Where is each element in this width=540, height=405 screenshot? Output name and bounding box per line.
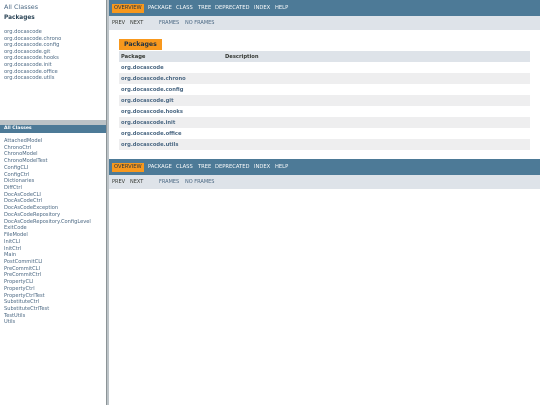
package-row-link[interactable]: org.docascode.office: [121, 131, 182, 137]
class-link[interactable]: TestUtils: [4, 313, 25, 319]
sub-nav-bar: PREV NEXT FRAMES NO FRAMES: [109, 16, 540, 30]
class-link[interactable]: PropertyCtrlTest: [4, 293, 45, 299]
package-link-utils[interactable]: org.docascode.utils: [4, 75, 54, 82]
package-link-init[interactable]: org.docascode.init: [4, 62, 52, 69]
nav-package[interactable]: PACKAGE: [148, 0, 172, 16]
table-row: org.docascode.git: [119, 95, 530, 106]
package-link-hooks[interactable]: org.docascode.hooks: [4, 55, 59, 62]
class-link[interactable]: InitCtrl: [4, 246, 21, 252]
package-row-link[interactable]: org.docascode.hooks: [121, 109, 183, 115]
nav-deprecated[interactable]: DEPRECATED: [215, 0, 250, 16]
class-link[interactable]: Main: [4, 252, 16, 258]
class-link[interactable]: DocAsCodeCtrl: [4, 198, 42, 204]
class-link[interactable]: ExitCode: [4, 225, 27, 231]
class-list: AttachedModel ChronoCtrl ChronoModel Chr…: [4, 138, 91, 326]
bottom-nav-tree[interactable]: TREE: [198, 159, 211, 175]
class-link[interactable]: PreCommitCtrl: [4, 272, 41, 278]
bottom-nav-help[interactable]: HELP: [275, 159, 288, 175]
bottom-no-frames-link[interactable]: NO FRAMES: [185, 175, 214, 189]
all-classes-link[interactable]: All Classes: [4, 4, 38, 11]
table-row: org.docascode.hooks: [119, 106, 530, 117]
bottom-prev-label: PREV: [112, 179, 126, 185]
class-link[interactable]: ConfigCLI: [4, 165, 28, 171]
class-link[interactable]: FileModel: [4, 232, 28, 238]
overview-frame: OVERVIEW PACKAGE CLASS TREE DEPRECATED I…: [109, 0, 540, 405]
package-link-config[interactable]: org.docascode.config: [4, 42, 59, 49]
table-row: org.docascode.office: [119, 128, 530, 139]
table-row: org.docascode.config: [119, 84, 530, 95]
class-link[interactable]: DocAsCodeException: [4, 205, 58, 211]
package-row-link[interactable]: org.docascode.config: [121, 87, 183, 93]
package-row-link[interactable]: org.docascode.chrono: [121, 76, 186, 82]
bottom-sub-nav-bar: PREV NEXT FRAMES NO FRAMES: [109, 175, 540, 189]
bottom-frames-link[interactable]: FRAMES: [159, 175, 179, 189]
class-link[interactable]: PropertyCtrl: [4, 286, 35, 292]
table-row: org.docascode.utils: [119, 139, 530, 150]
class-link[interactable]: Dictionaries: [4, 178, 34, 184]
class-link[interactable]: ChronoModelTest: [4, 158, 48, 164]
class-link[interactable]: PreCommitCLI: [4, 266, 40, 272]
class-link[interactable]: ConfigCtrl: [4, 172, 29, 178]
table-row: org.docascode.init: [119, 117, 530, 128]
class-link[interactable]: AttachedModel: [4, 138, 42, 144]
package-link-docascode[interactable]: org.docascode: [4, 29, 42, 36]
package-row-link[interactable]: org.docascode: [121, 65, 164, 71]
table-row: org.docascode: [119, 62, 530, 73]
class-link[interactable]: DiffCtrl: [4, 185, 22, 191]
packages-table-caption: Packages: [119, 39, 162, 50]
bottom-nav-index[interactable]: INDEX: [254, 159, 270, 175]
bottom-nav-overview-active: OVERVIEW: [112, 163, 144, 172]
column-header-package: Package: [119, 51, 223, 62]
class-link[interactable]: ChronoModel: [4, 151, 38, 157]
nav-help[interactable]: HELP: [275, 0, 288, 16]
bottom-nav-bar: OVERVIEW PACKAGE CLASS TREE DEPRECATED I…: [109, 159, 540, 175]
class-link[interactable]: Utils: [4, 319, 15, 325]
nav-class[interactable]: CLASS: [176, 0, 193, 16]
nav-index[interactable]: INDEX: [254, 0, 270, 16]
class-link[interactable]: DocAsCodeCLI: [4, 192, 41, 198]
no-frames-link[interactable]: NO FRAMES: [185, 16, 214, 30]
package-row-link[interactable]: org.docascode.init: [121, 120, 175, 126]
top-nav-bar: OVERVIEW PACKAGE CLASS TREE DEPRECATED I…: [109, 0, 540, 16]
nav-overview-active: OVERVIEW: [112, 4, 144, 13]
bottom-nav-deprecated[interactable]: DEPRECATED: [215, 159, 250, 175]
class-list-frame: All Classes AttachedModel ChronoCtrl Chr…: [0, 125, 106, 405]
class-link[interactable]: SubstituteCtrl: [4, 299, 39, 305]
class-link[interactable]: SubstituteCtrlTest: [4, 306, 49, 312]
package-row-link[interactable]: org.docascode.utils: [121, 142, 178, 148]
class-link[interactable]: InitCLI: [4, 239, 20, 245]
all-classes-heading: All Classes: [0, 125, 106, 133]
class-link[interactable]: DocAsCodeRepository.ConfigLevel: [4, 219, 91, 225]
class-link[interactable]: DocAsCodeRepository: [4, 212, 60, 218]
bottom-nav-class[interactable]: CLASS: [176, 159, 193, 175]
nav-tree[interactable]: TREE: [198, 0, 211, 16]
frames-link[interactable]: FRAMES: [159, 16, 179, 30]
next-label: NEXT: [130, 20, 144, 26]
prev-label: PREV: [112, 20, 126, 26]
table-row: org.docascode.chrono: [119, 73, 530, 84]
bottom-next-label: NEXT: [130, 179, 144, 185]
bottom-nav-package[interactable]: PACKAGE: [148, 159, 172, 175]
packages-heading: Packages: [4, 15, 35, 21]
column-header-description: Description: [223, 51, 530, 62]
class-link[interactable]: PropertyCLI: [4, 279, 33, 285]
class-link[interactable]: ChronoCtrl: [4, 145, 31, 151]
packages-table: Package Description org.docascode org.do…: [119, 51, 530, 150]
package-list-frame: All Classes Packages org.docascode org.d…: [0, 0, 106, 120]
class-link[interactable]: PostCommitCLI: [4, 259, 43, 265]
package-row-link[interactable]: org.docascode.git: [121, 98, 174, 104]
